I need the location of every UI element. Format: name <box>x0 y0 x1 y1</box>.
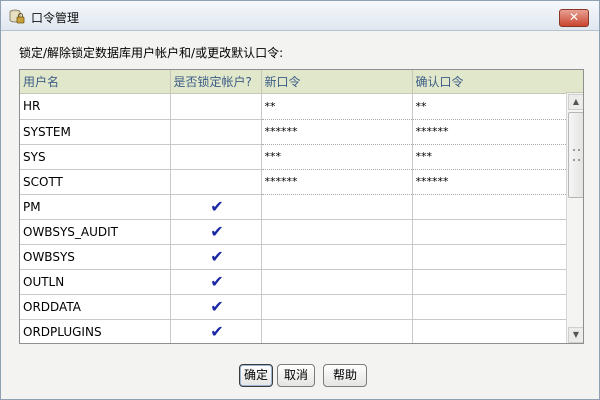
window-title: 口令管理 <box>31 11 80 25</box>
confirm-password-field[interactable]: ** <box>412 93 567 120</box>
username-cell: OUTLN <box>20 269 171 295</box>
scroll-up-icon[interactable]: ▲ <box>568 94 583 110</box>
database-lock-icon <box>9 9 25 25</box>
confirm-password-field[interactable] <box>412 294 567 320</box>
username-cell: OWBSYS_AUDIT <box>20 219 171 245</box>
checkmark-icon: ✔ <box>210 247 224 266</box>
close-button[interactable]: ✕ <box>559 9 589 27</box>
table-row[interactable]: SYSTEM ****** ****** <box>20 119 567 145</box>
column-header-new-password[interactable]: 新口令 <box>261 70 413 94</box>
checkmark-icon: ✔ <box>210 222 224 241</box>
lock-account-checkbox[interactable]: ✔ <box>170 294 262 320</box>
confirm-password-field[interactable]: ****** <box>412 119 567 145</box>
confirm-password-field[interactable] <box>412 194 567 220</box>
username-cell: PM <box>20 194 171 220</box>
column-header-confirm-password[interactable]: 确认口令 <box>412 70 567 94</box>
username-cell: ORDPLUGINS <box>20 319 171 343</box>
table-row[interactable]: ORDDATA ✔ <box>20 294 567 320</box>
lock-account-checkbox[interactable]: ✔ <box>170 194 262 220</box>
checkmark-icon: ✔ <box>210 297 224 316</box>
lock-account-checkbox[interactable] <box>170 169 262 195</box>
scroll-down-icon[interactable]: ▼ <box>568 327 583 343</box>
username-cell: OWBSYS <box>20 244 171 270</box>
table-row[interactable]: SYS *** *** <box>20 144 567 170</box>
new-password-field[interactable]: ** <box>261 93 413 120</box>
new-password-field[interactable] <box>261 194 413 220</box>
lock-account-checkbox[interactable] <box>170 119 262 145</box>
checkmark-icon: ✔ <box>210 322 224 341</box>
column-header-username[interactable]: 用户名 <box>20 70 171 94</box>
confirm-password-field[interactable]: *** <box>412 144 567 170</box>
table-row[interactable]: OUTLN ✔ <box>20 269 567 295</box>
table-body: HR ** ** SYSTEM ****** ****** SYS *** *** SCOTT **… <box>20 93 567 343</box>
table-row[interactable]: OWBSYS ✔ <box>20 244 567 270</box>
confirm-password-field[interactable] <box>412 269 567 295</box>
confirm-password-field[interactable] <box>412 319 567 343</box>
lock-account-checkbox[interactable] <box>170 144 262 170</box>
table-row[interactable]: HR ** ** <box>20 93 567 120</box>
cancel-button[interactable]: 取消 <box>277 364 315 387</box>
lock-account-checkbox[interactable]: ✔ <box>170 244 262 270</box>
instruction-text: 锁定/解除锁定数据库用户帐户和/或更改默认口令: <box>19 46 284 60</box>
checkmark-icon: ✔ <box>210 272 224 291</box>
confirm-password-field[interactable] <box>412 219 567 245</box>
checkmark-icon: ✔ <box>210 197 224 216</box>
grip-icon <box>573 149 580 161</box>
help-button[interactable]: 帮助 <box>323 364 367 387</box>
vertical-scrollbar[interactable]: ▲ ▼ <box>566 93 583 343</box>
new-password-field[interactable] <box>261 294 413 320</box>
new-password-field[interactable] <box>261 244 413 270</box>
new-password-field[interactable] <box>261 319 413 343</box>
lock-account-checkbox[interactable] <box>170 93 262 120</box>
title-bar[interactable]: 口令管理 ✕ <box>1 1 599 31</box>
username-cell: HR <box>20 93 171 120</box>
ok-button[interactable]: 确定 <box>239 364 273 387</box>
table-row[interactable]: ORDPLUGINS ✔ <box>20 319 567 343</box>
table-row[interactable]: OWBSYS_AUDIT ✔ <box>20 219 567 245</box>
user-accounts-table: 用户名 是否锁定帐户? 新口令 确认口令 HR ** ** SYSTEM ****** *… <box>19 69 584 344</box>
username-cell: SYSTEM <box>20 119 171 145</box>
password-management-dialog: 口令管理 ✕ 锁定/解除锁定数据库用户帐户和/或更改默认口令: 用户名 是否锁定… <box>0 0 600 400</box>
header-corner <box>566 70 583 93</box>
lock-account-checkbox[interactable]: ✔ <box>170 269 262 295</box>
column-header-lock-account[interactable]: 是否锁定帐户? <box>170 70 262 94</box>
scroll-thumb[interactable] <box>568 112 583 198</box>
new-password-field[interactable] <box>261 269 413 295</box>
lock-account-checkbox[interactable]: ✔ <box>170 319 262 343</box>
username-cell: SYS <box>20 144 171 170</box>
table-row[interactable]: SCOTT ****** ****** <box>20 169 567 195</box>
new-password-field[interactable]: *** <box>261 144 413 170</box>
new-password-field[interactable]: ****** <box>261 119 413 145</box>
confirm-password-field[interactable]: ****** <box>412 169 567 195</box>
username-cell: ORDDATA <box>20 294 171 320</box>
accounts-grid: 用户名 是否锁定帐户? 新口令 确认口令 HR ** ** SYSTEM ****** *… <box>20 70 567 343</box>
confirm-password-field[interactable] <box>412 244 567 270</box>
new-password-field[interactable] <box>261 219 413 245</box>
new-password-field[interactable]: ****** <box>261 169 413 195</box>
lock-account-checkbox[interactable]: ✔ <box>170 219 262 245</box>
table-header-row: 用户名 是否锁定帐户? 新口令 确认口令 <box>20 70 567 94</box>
table-row[interactable]: PM ✔ <box>20 194 567 220</box>
username-cell: SCOTT <box>20 169 171 195</box>
